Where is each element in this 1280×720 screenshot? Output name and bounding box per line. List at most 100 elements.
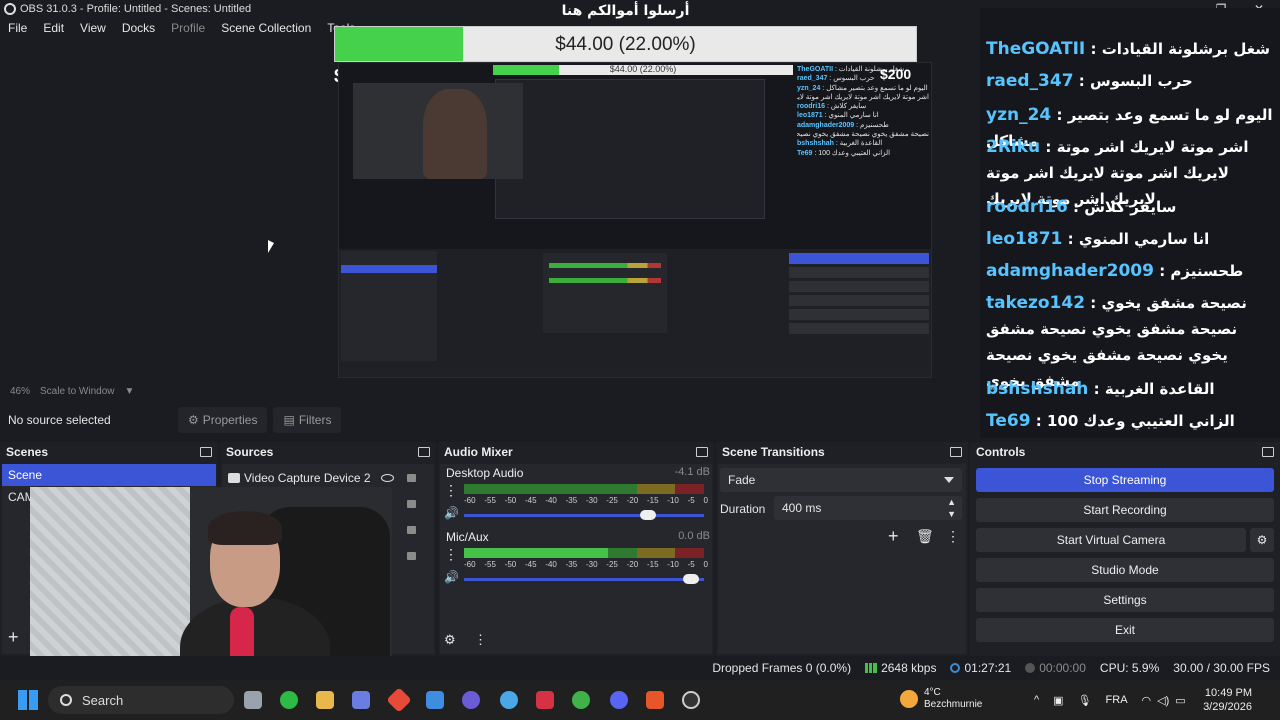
transition-select[interactable]: Fade xyxy=(720,468,962,492)
browser-icon[interactable] xyxy=(500,691,518,709)
stop-streaming-button[interactable]: Stop Streaming xyxy=(976,468,1274,492)
battery-icon[interactable]: ▭ xyxy=(1175,694,1185,707)
discord-icon[interactable] xyxy=(610,691,628,709)
menu-profile[interactable]: Profile xyxy=(163,21,213,35)
filters-label: Filters xyxy=(298,413,332,427)
wps-icon[interactable] xyxy=(536,691,554,709)
meter-tick: -30 xyxy=(585,560,598,569)
volume-slider[interactable] xyxy=(464,574,704,584)
chat-message-text: سايفر كلاش xyxy=(1084,198,1177,216)
whatsapp-icon[interactable] xyxy=(572,691,590,709)
undock-icon[interactable] xyxy=(200,447,212,457)
settings-button[interactable]: Settings xyxy=(976,588,1274,612)
lock-icon[interactable] xyxy=(407,526,416,534)
chat-separator: : xyxy=(1085,294,1102,312)
copilot-icon[interactable] xyxy=(352,691,370,709)
tray-chevron-up-icon[interactable]: ^ xyxy=(1034,694,1039,706)
meter-tick: -45 xyxy=(524,560,537,569)
start-virtual-camera-button[interactable]: Start Virtual Camera xyxy=(976,528,1246,552)
speaker-icon[interactable]: 🔊 xyxy=(444,506,459,520)
kebab-menu-icon[interactable]: ⋮ xyxy=(946,528,960,545)
eye-icon[interactable] xyxy=(381,474,394,482)
nested-deeper-preview xyxy=(495,79,765,219)
weather-moon-icon xyxy=(900,690,918,708)
undock-icon[interactable] xyxy=(950,447,962,457)
undock-icon[interactable] xyxy=(1262,447,1274,457)
scene-item[interactable]: Scene xyxy=(2,464,216,486)
nested-chat-username: Te69 xyxy=(797,149,813,157)
volume-slider-handle[interactable] xyxy=(640,510,656,520)
chat-username: raed_347 xyxy=(986,71,1074,91)
chevron-down-icon[interactable]: ▼ xyxy=(125,386,135,397)
menu-view[interactable]: View xyxy=(72,21,114,35)
chat-message: adamghader2009 : طحسنيزم xyxy=(986,258,1276,284)
donation-amount: $44.00 (22.00%) xyxy=(555,34,696,55)
chat-app-icon[interactable] xyxy=(462,691,480,709)
record-time: 00:00:00 xyxy=(1039,661,1086,675)
spin-arrows-icon[interactable]: ▲ ▼ xyxy=(947,496,956,520)
volume-slider[interactable] xyxy=(464,510,704,520)
weather-widget[interactable]: 4°C Bezchmurnie xyxy=(924,687,982,711)
scenes-title: Scenes xyxy=(6,445,49,459)
taskbar-clock[interactable]: 10:49 PM 3/29/2026 xyxy=(1203,686,1252,714)
language-indicator[interactable]: FRA xyxy=(1106,694,1128,706)
properties-button[interactable]: ⚙ Properties xyxy=(178,407,268,433)
meter-tick: -10 xyxy=(667,560,679,569)
chat-overlay: TheGOATII : شغل برشلونة القيادات raed_347… xyxy=(980,8,1280,438)
meter-tick: -15 xyxy=(646,496,659,505)
microphone-icon[interactable]: 🎙 xyxy=(1078,694,1092,707)
kebab-menu-icon[interactable]: ⋮ xyxy=(444,546,458,563)
obs-taskbar-icon[interactable] xyxy=(682,691,700,709)
nested-chat-text: اليوم لو ما تسمع وعد بتصير مشاكل xyxy=(826,84,928,92)
filters-button[interactable]: ▤ Filters xyxy=(273,407,342,433)
chat-message-text: القاعدة الغربية xyxy=(1104,380,1215,398)
menu-scene-collection[interactable]: Scene Collection xyxy=(213,21,319,35)
exit-button[interactable]: Exit xyxy=(976,618,1274,642)
kebab-menu-icon[interactable]: ⋮ xyxy=(444,482,458,499)
chat-username: takezo142 xyxy=(986,293,1086,313)
brave-icon[interactable] xyxy=(646,691,664,709)
lock-icon[interactable] xyxy=(407,552,416,560)
meter-tick: -5 xyxy=(687,496,695,505)
add-transition-icon[interactable]: + xyxy=(888,526,899,547)
start-recording-button[interactable]: Start Recording xyxy=(976,498,1274,522)
wifi-icon[interactable]: ◠ xyxy=(1142,694,1152,707)
menu-file[interactable]: File xyxy=(0,21,35,35)
transitions-title: Scene Transitions xyxy=(722,445,825,459)
trash-icon[interactable]: 🗑 xyxy=(916,528,934,545)
task-view-icon[interactable] xyxy=(244,691,262,709)
lock-icon[interactable] xyxy=(407,500,416,508)
window-title: OBS 31.0.3 - Profile: Untitled - Scenes:… xyxy=(20,3,252,15)
undock-icon[interactable] xyxy=(418,447,430,457)
menu-edit[interactable]: Edit xyxy=(35,21,72,35)
speaker-icon[interactable]: 🔊 xyxy=(444,570,459,584)
studio-mode-button[interactable]: Studio Mode xyxy=(976,558,1274,582)
tray-app-icon[interactable]: ▣ xyxy=(1053,694,1063,707)
file-explorer-icon[interactable] xyxy=(316,691,334,709)
meter-tick: -55 xyxy=(484,560,496,569)
duration-input[interactable]: 400 ms ▲ ▼ xyxy=(774,496,962,520)
meter-tick: -5 xyxy=(687,560,695,569)
controls-body: Stop Streaming Start Recording Start Vir… xyxy=(972,464,1278,654)
nested-chat-username: TheGOATII xyxy=(797,66,834,73)
app-diamond-icon[interactable] xyxy=(386,687,412,713)
add-scene-icon[interactable]: + xyxy=(8,627,19,648)
kebab-menu-icon[interactable]: ⋮ xyxy=(474,632,487,648)
undock-icon[interactable] xyxy=(696,447,708,457)
taskbar-search[interactable]: Search xyxy=(48,686,234,714)
lock-icon[interactable] xyxy=(407,474,416,482)
zoom-percent: 46% xyxy=(10,385,31,397)
volume-slider-handle[interactable] xyxy=(683,574,700,584)
meter-tick: -50 xyxy=(504,496,517,505)
windows-start-icon[interactable] xyxy=(18,690,38,710)
nested-chat: شغل برشلونة القيادات : TheGOATII حرب البس… xyxy=(793,63,931,249)
chevron-down-icon xyxy=(944,477,954,483)
xbox-icon[interactable] xyxy=(280,691,298,709)
meter-tick: -60 xyxy=(464,496,476,505)
mixer-settings-gear-icon[interactable]: ⚙ xyxy=(444,632,456,648)
zoom-mode[interactable]: Scale to Window xyxy=(40,386,114,397)
virtual-camera-gear-icon[interactable]: ⚙ xyxy=(1250,528,1274,552)
volume-icon[interactable]: ◁) xyxy=(1157,694,1169,707)
store-icon[interactable] xyxy=(426,691,444,709)
menu-docks[interactable]: Docks xyxy=(114,21,163,35)
